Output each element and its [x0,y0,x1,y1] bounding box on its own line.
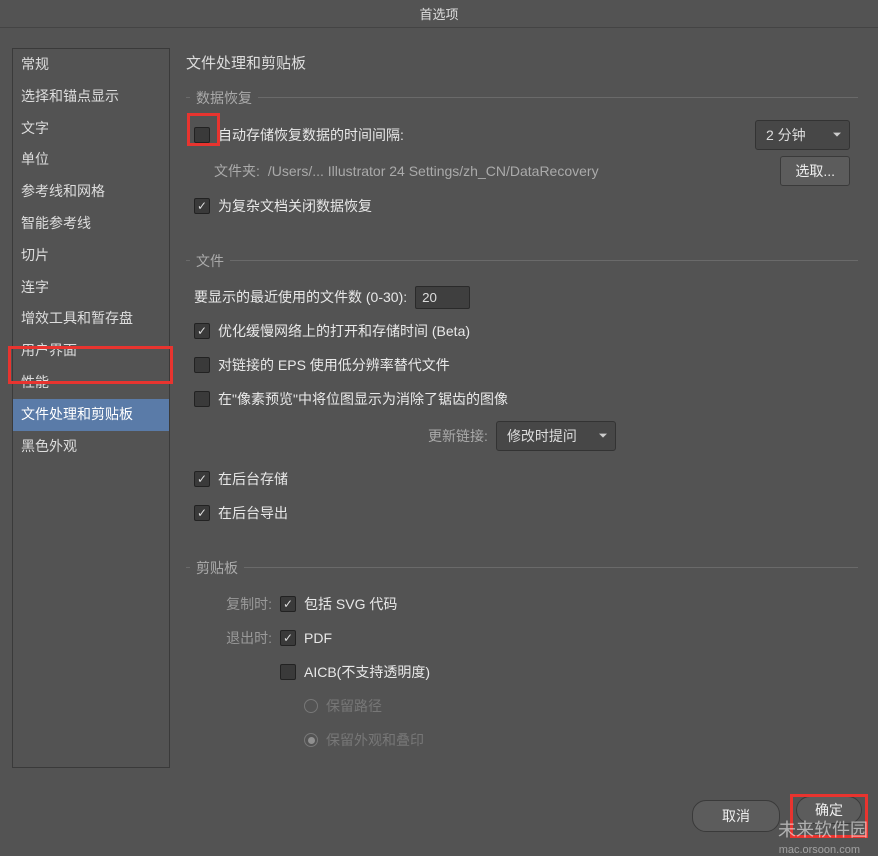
eps-lowres-label: 对链接的 EPS 使用低分辨率替代文件 [218,355,450,375]
pdf-label: PDF [304,630,332,646]
auto-save-interval-select[interactable]: 2 分钟 [755,120,850,150]
optimize-network-checkbox[interactable] [194,323,210,339]
window-title: 首选项 [0,0,878,28]
section-files: 文件 要显示的最近使用的文件数 (0-30): 优化缓慢网络上的打开和存储时间 … [186,260,858,547]
turn-off-recovery-checkbox[interactable] [194,198,210,214]
sidebar-item-units[interactable]: 单位 [13,144,169,176]
sidebar-item-general[interactable]: 常规 [13,49,169,81]
sidebar-item-type[interactable]: 文字 [13,113,169,145]
page-title: 文件处理和剪贴板 [186,52,858,73]
pixel-preview-checkbox[interactable] [194,391,210,407]
sidebar-item-slices[interactable]: 切片 [13,240,169,272]
svg-label: 包括 SVG 代码 [304,594,397,614]
sidebar: 常规 选择和锚点显示 文字 单位 参考线和网格 智能参考线 切片 连字 增效工具… [12,48,170,768]
bg-save-label: 在后台存储 [218,469,288,489]
aicb-label: AICB(不支持透明度) [304,662,430,682]
cancel-button[interactable]: 取消 [692,800,780,832]
bg-export-checkbox[interactable] [194,505,210,521]
ok-button[interactable]: 确定 [796,796,862,824]
footer: 取消 确定 未来软件园 mac.orsoon.com [0,786,878,848]
sidebar-item-smart-guides[interactable]: 智能参考线 [13,208,169,240]
section-title-files: 文件 [190,251,230,271]
choose-folder-button[interactable]: 选取... [780,156,850,186]
recent-files-label: 要显示的最近使用的文件数 (0-30): [194,287,407,307]
aicb-checkbox[interactable] [280,664,296,680]
update-links-select[interactable]: 修改时提问 [496,421,616,451]
sidebar-item-black[interactable]: 黑色外观 [13,431,169,463]
watermark-sub: mac.orsoon.com [779,844,860,856]
eps-lowres-checkbox[interactable] [194,357,210,373]
quit-label: 退出时: [194,628,272,648]
sidebar-item-plugins[interactable]: 增效工具和暂存盘 [13,303,169,335]
update-links-label: 更新链接: [428,426,488,446]
optimize-network-label: 优化缓慢网络上的打开和存储时间 (Beta) [218,321,470,341]
section-clipboard: 剪贴板 复制时: 包括 SVG 代码 退出时: PDF AICB(不支持透明度) [186,567,858,774]
pixel-preview-label: 在"像素预览"中将位图显示为消除了锯齿的图像 [218,389,508,409]
sidebar-item-guides[interactable]: 参考线和网格 [13,176,169,208]
preserve-paths-radio[interactable] [304,699,318,713]
bg-save-checkbox[interactable] [194,471,210,487]
sidebar-item-file-clipboard[interactable]: 文件处理和剪贴板 [13,399,169,431]
section-title-data-recovery: 数据恢复 [190,88,258,108]
pdf-checkbox[interactable] [280,630,296,646]
folder-label: 文件夹: [214,161,260,181]
sidebar-item-selection[interactable]: 选择和锚点显示 [13,81,169,113]
auto-save-label: 自动存储恢复数据的时间间隔: [218,125,404,145]
section-data-recovery: 数据恢复 自动存储恢复数据的时间间隔: 2 分钟 文件夹: /Users/...… [186,97,858,240]
folder-path: /Users/... Illustrator 24 Settings/zh_CN… [268,163,599,179]
preserve-paths-label: 保留路径 [326,696,382,716]
sidebar-item-ui[interactable]: 用户界面 [13,335,169,367]
svg-checkbox[interactable] [280,596,296,612]
copy-label: 复制时: [194,594,272,614]
turn-off-recovery-label: 为复杂文档关闭数据恢复 [218,196,372,216]
sidebar-item-performance[interactable]: 性能 [13,367,169,399]
sidebar-item-hyphenation[interactable]: 连字 [13,272,169,304]
bg-export-label: 在后台导出 [218,503,288,523]
section-title-clipboard: 剪贴板 [190,558,244,578]
recent-files-input[interactable] [415,286,470,309]
preserve-appearance-label: 保留外观和叠印 [326,730,424,750]
auto-save-checkbox[interactable] [194,127,210,143]
preserve-appearance-radio[interactable] [304,733,318,747]
